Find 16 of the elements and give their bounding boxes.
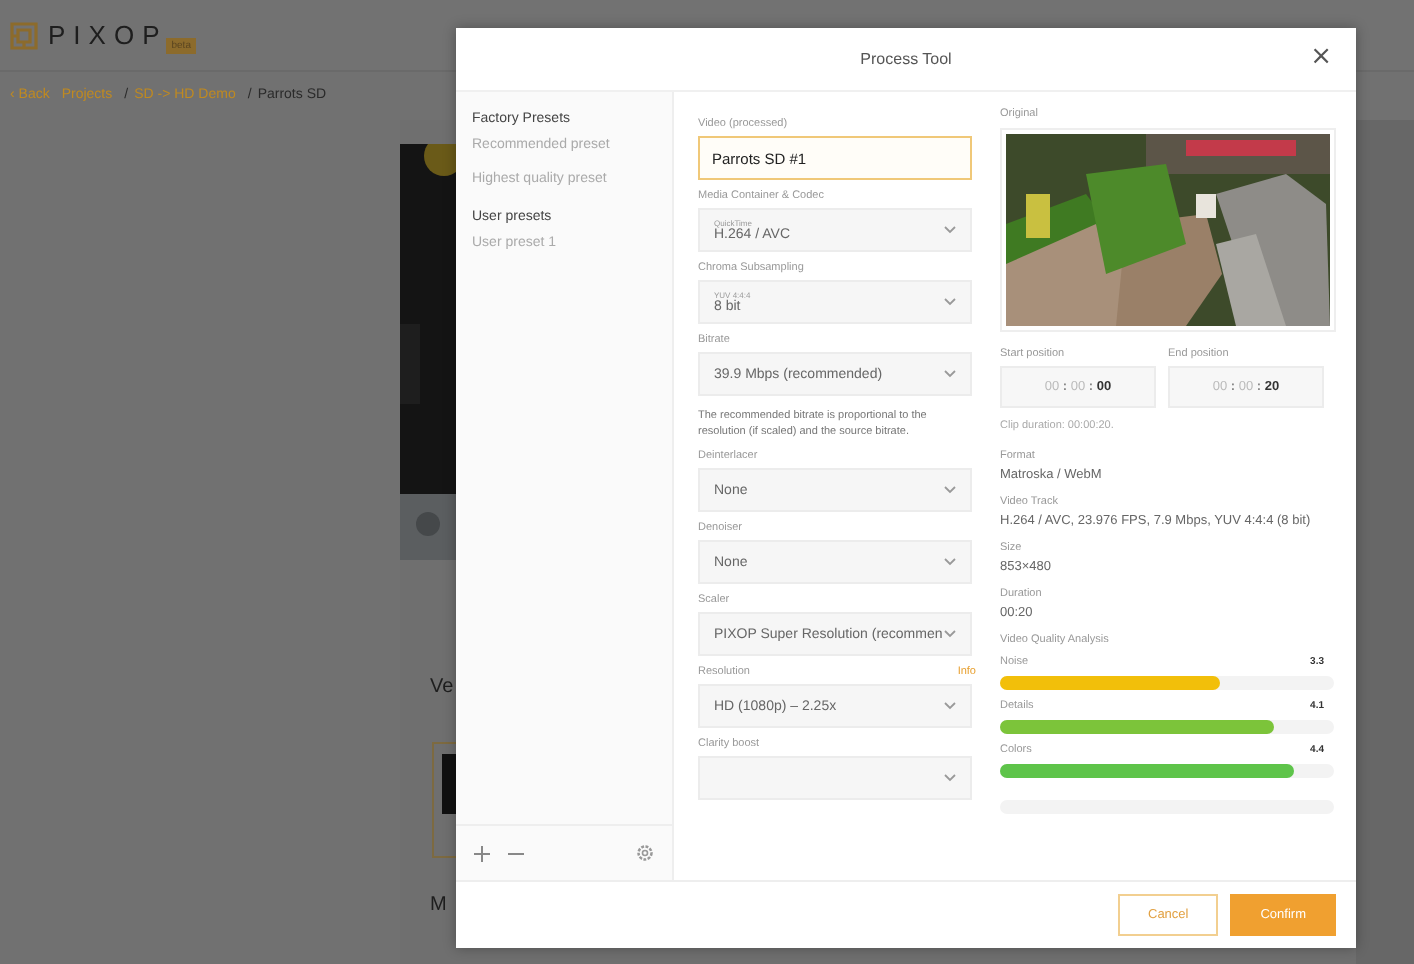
chevron-icon — [944, 298, 956, 306]
logo-icon — [10, 21, 38, 49]
close-button[interactable]: × — [1310, 44, 1332, 72]
chevron-icon — [944, 370, 956, 378]
chevron-icon — [944, 558, 956, 566]
dialog-title: Process Tool — [860, 50, 952, 68]
settings-icon[interactable] — [636, 844, 654, 862]
chevron-icon — [944, 630, 956, 638]
chevron-icon — [944, 226, 956, 234]
chevron-icon — [944, 486, 956, 494]
chevron-icon — [944, 702, 956, 710]
add-icon[interactable] — [474, 845, 490, 861]
logo-text: PIXOP — [48, 20, 168, 50]
chevron-icon — [944, 774, 956, 782]
section-title: M — [430, 894, 447, 916]
section-title: Ve — [430, 676, 454, 698]
